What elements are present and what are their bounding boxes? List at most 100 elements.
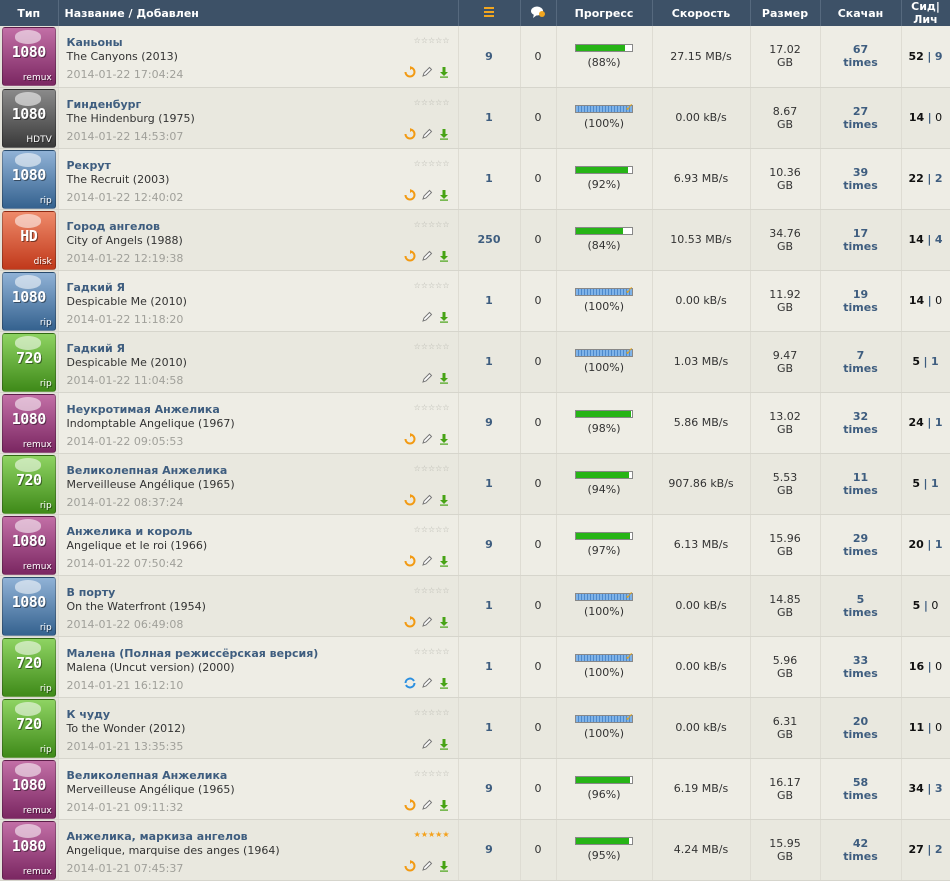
snatched-count[interactable]: 58 xyxy=(853,776,868,789)
title-link[interactable]: Гадкий Я xyxy=(67,281,126,294)
files-count[interactable]: 1 xyxy=(485,721,493,734)
reload-icon[interactable] xyxy=(404,127,416,140)
edit-icon[interactable] xyxy=(421,616,433,628)
download-icon[interactable] xyxy=(438,677,450,689)
leechers-count[interactable]: 9 xyxy=(935,50,943,63)
release-type-badge[interactable]: 720 rip xyxy=(1,332,56,392)
reload-icon[interactable] xyxy=(404,615,416,628)
title-link[interactable]: Неукротимая Анжелика xyxy=(67,403,220,416)
files-count[interactable]: 1 xyxy=(485,355,493,368)
rating-stars[interactable]: ☆☆☆☆☆ xyxy=(414,281,450,290)
snatched-count[interactable]: 33 xyxy=(853,654,868,667)
files-count[interactable]: 250 xyxy=(478,233,501,246)
files-count[interactable]: 9 xyxy=(485,538,493,551)
leechers-count[interactable]: 0 xyxy=(935,660,942,673)
release-type-badge[interactable]: 1080 remux xyxy=(1,515,56,575)
download-icon[interactable] xyxy=(438,555,450,567)
seeders-count[interactable]: 11 xyxy=(909,721,924,734)
seeders-count[interactable]: 22 xyxy=(909,172,924,185)
title-link[interactable]: Гадкий Я xyxy=(67,342,126,355)
rating-stars[interactable]: ☆☆☆☆☆ xyxy=(414,525,450,534)
edit-icon[interactable] xyxy=(421,738,433,750)
reload-icon[interactable] xyxy=(404,798,416,811)
leechers-count[interactable]: 0 xyxy=(935,294,942,307)
title-link[interactable]: Анжелика, маркиза ангелов xyxy=(67,830,248,843)
download-icon[interactable] xyxy=(438,128,450,140)
snatched-times-label[interactable]: times xyxy=(843,240,878,253)
refresh-icon[interactable] xyxy=(404,677,416,689)
download-icon[interactable] xyxy=(438,494,450,506)
col-seeds-leechs[interactable]: Сид|Лич xyxy=(901,0,950,26)
rating-stars[interactable]: ☆☆☆☆☆ xyxy=(414,403,450,412)
download-icon[interactable] xyxy=(438,311,450,323)
leechers-count[interactable]: 1 xyxy=(931,355,939,368)
release-type-badge[interactable]: 1080 rip xyxy=(1,576,56,636)
edit-icon[interactable] xyxy=(421,494,433,506)
snatched-times-label[interactable]: times xyxy=(843,118,878,131)
seeders-count[interactable]: 34 xyxy=(909,782,924,795)
seeders-count[interactable]: 14 xyxy=(909,233,924,246)
edit-icon[interactable] xyxy=(421,555,433,567)
rating-stars[interactable]: ☆☆☆☆☆ xyxy=(414,769,450,778)
seeders-count[interactable]: 16 xyxy=(909,660,924,673)
edit-icon[interactable] xyxy=(421,250,433,262)
col-size[interactable]: Размер xyxy=(750,0,821,26)
reload-icon[interactable] xyxy=(404,188,416,201)
snatched-count[interactable]: 42 xyxy=(853,837,868,850)
title-link[interactable]: Каньоны xyxy=(67,36,123,49)
leechers-count[interactable]: 3 xyxy=(935,782,943,795)
col-name[interactable]: Название / Добавлен xyxy=(58,0,459,26)
title-link[interactable]: Гинденбург xyxy=(67,98,142,111)
seeders-count[interactable]: 20 xyxy=(909,538,924,551)
rating-stars[interactable]: ☆☆☆☆☆ xyxy=(414,586,450,595)
rating-stars[interactable]: ☆☆☆☆☆ xyxy=(414,647,450,656)
release-type-badge[interactable]: 1080 remux xyxy=(1,27,56,87)
release-type-badge[interactable]: 1080 remux xyxy=(1,393,56,453)
seeders-count[interactable]: 5 xyxy=(912,355,920,368)
files-count[interactable]: 1 xyxy=(485,172,493,185)
release-type-badge[interactable]: 1080 HDTV xyxy=(1,88,56,148)
seeders-count[interactable]: 27 xyxy=(909,843,924,856)
title-link[interactable]: Город ангелов xyxy=(67,220,161,233)
leechers-count[interactable]: 0 xyxy=(931,599,938,612)
col-files[interactable] xyxy=(458,0,521,26)
files-count[interactable]: 1 xyxy=(485,294,493,307)
edit-icon[interactable] xyxy=(421,433,433,445)
files-count[interactable]: 1 xyxy=(485,599,493,612)
release-type-badge[interactable]: 1080 rip xyxy=(1,149,56,209)
rating-stars[interactable]: ☆☆☆☆☆ xyxy=(414,708,450,717)
col-downloaded[interactable]: Скачан xyxy=(820,0,902,26)
snatched-times-label[interactable]: times xyxy=(843,545,878,558)
snatched-times-label[interactable]: times xyxy=(843,56,878,69)
reload-icon[interactable] xyxy=(404,249,416,262)
edit-icon[interactable] xyxy=(421,860,433,872)
reload-icon[interactable] xyxy=(404,66,416,78)
reload-icon[interactable] xyxy=(404,493,416,506)
title-link[interactable]: Анжелика и король xyxy=(67,525,193,538)
download-icon[interactable] xyxy=(438,433,450,445)
edit-icon[interactable] xyxy=(421,66,433,78)
snatched-times-label[interactable]: times xyxy=(843,484,878,497)
edit-icon[interactable] xyxy=(421,677,433,689)
files-count[interactable]: 1 xyxy=(485,660,493,673)
download-icon[interactable] xyxy=(438,738,450,750)
leechers-count[interactable]: 2 xyxy=(935,843,943,856)
download-icon[interactable] xyxy=(438,616,450,628)
snatched-times-label[interactable]: times xyxy=(843,179,878,192)
snatched-times-label[interactable]: times xyxy=(843,850,878,863)
release-type-badge[interactable]: HD disk xyxy=(1,210,56,270)
download-icon[interactable] xyxy=(438,189,450,201)
edit-icon[interactable] xyxy=(421,372,433,384)
title-link[interactable]: В порту xyxy=(67,586,116,599)
files-count[interactable]: 1 xyxy=(485,477,493,490)
release-type-badge[interactable]: 720 rip xyxy=(1,637,56,697)
download-icon[interactable] xyxy=(438,250,450,262)
snatched-count[interactable]: 17 xyxy=(853,227,868,240)
leechers-count[interactable]: 1 xyxy=(931,477,939,490)
leechers-count[interactable]: 2 xyxy=(935,172,943,185)
seeders-count[interactable]: 24 xyxy=(909,416,924,429)
rating-stars[interactable]: ☆☆☆☆☆ xyxy=(414,159,450,168)
snatched-count[interactable]: 32 xyxy=(853,410,868,423)
title-link[interactable]: Великолепная Анжелика xyxy=(67,769,228,782)
reload-icon[interactable] xyxy=(404,554,416,567)
